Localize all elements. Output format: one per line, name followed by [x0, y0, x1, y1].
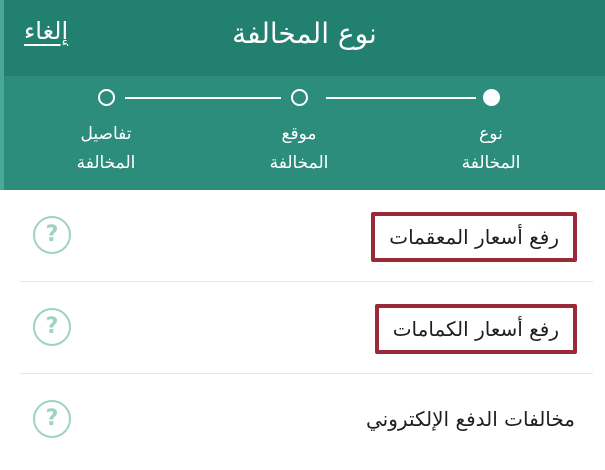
step-dot-violation-type[interactable]: [483, 89, 500, 106]
step-label-violation-details: تفاصيل المخالفة: [76, 124, 136, 173]
cancel-link[interactable]: إلغاء: [24, 16, 68, 46]
step-connector-2: [125, 97, 281, 99]
list-item-label: مخالفات الدفع الإلكتروني: [366, 407, 575, 431]
app-screen: نوع المخالفة إلغاء نوع المخالفة موقع الم…: [0, 0, 605, 470]
page-title: نوع المخالفة: [232, 17, 377, 50]
help-question-icon[interactable]: ?: [33, 216, 71, 254]
list-item-mask-prices[interactable]: رفع أسعار الكمامات ?: [0, 282, 605, 374]
step-label-violation-type: نوع المخالفة: [461, 124, 521, 173]
progress-stepper: نوع المخالفة موقع المخالفة تفاصيل المخال…: [0, 76, 605, 190]
list-item-label: رفع أسعار الكمامات: [374, 304, 577, 354]
help-question-icon[interactable]: ?: [33, 308, 71, 346]
violation-type-list: رفع أسعار المعقمات ? رفع أسعار الكمامات …: [0, 190, 605, 470]
step-dot-violation-location[interactable]: [291, 89, 308, 106]
step-connector-1: [326, 97, 476, 99]
list-item-electronic-payment[interactable]: مخالفات الدفع الإلكتروني ?: [0, 374, 605, 466]
help-question-icon[interactable]: ?: [33, 400, 71, 438]
list-item-label: رفع أسعار المعقمات: [371, 212, 577, 262]
step-label-violation-location: موقع المخالفة: [269, 124, 329, 173]
step-dot-violation-details[interactable]: [98, 89, 115, 106]
list-item-sanitizer-prices[interactable]: رفع أسعار المعقمات ?: [0, 190, 605, 282]
header-bar: نوع المخالفة إلغاء: [0, 0, 605, 76]
